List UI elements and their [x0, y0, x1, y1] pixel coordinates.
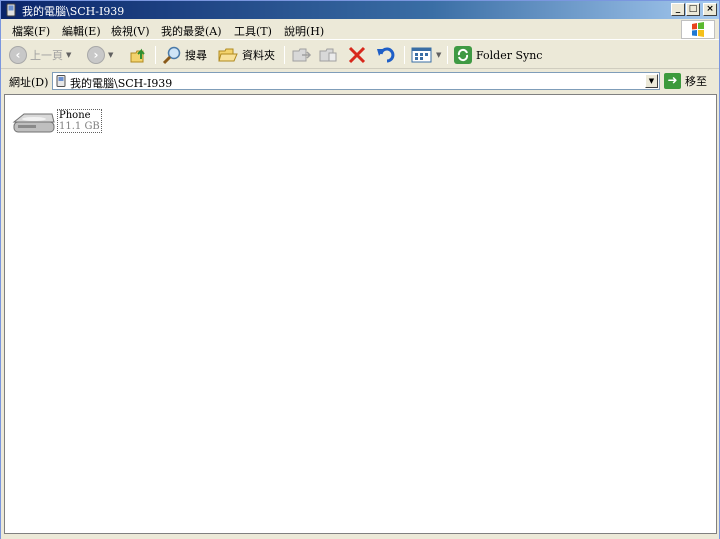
go-label: 移至 [685, 75, 707, 88]
drive-size: 11.1 GB [59, 121, 100, 132]
folders-label: 資料夾 [242, 49, 275, 62]
undo-button[interactable] [375, 44, 397, 66]
move-to-icon [292, 48, 312, 62]
foldersync-label: Folder Sync [476, 48, 543, 62]
chevron-down-icon: ▼ [66, 51, 72, 59]
window-bottom-edge [1, 535, 719, 539]
menu-file[interactable]: 檔案(F) [12, 23, 50, 39]
views-button[interactable]: ▼ [411, 44, 441, 66]
menu-tools[interactable]: 工具(T) [234, 23, 272, 39]
menu-view[interactable]: 檢視(V) [111, 23, 150, 39]
copy-to-button[interactable] [317, 44, 339, 66]
up-folder-icon [130, 48, 145, 63]
forward-arrow-icon: › [87, 46, 105, 64]
windows-logo-icon [681, 20, 715, 39]
address-field[interactable]: 我的電腦\SCH-I939 ▼ [52, 72, 660, 90]
device-icon [6, 3, 16, 17]
drive-name: Phone [59, 110, 91, 121]
delete-button[interactable] [347, 44, 367, 66]
views-icon [411, 47, 432, 63]
search-button[interactable]: 搜尋 [162, 44, 207, 66]
address-label: 網址(D) [9, 76, 49, 89]
file-view[interactable]: Phone 11.1 GB [4, 94, 717, 534]
chevron-down-icon: ▼ [436, 51, 442, 59]
undo-icon [377, 47, 395, 63]
menu-help[interactable]: 說明(H) [284, 23, 324, 39]
foldersync-button[interactable]: Folder Sync [453, 44, 542, 66]
drive-label[interactable]: Phone 11.1 GB [57, 109, 102, 133]
close-button[interactable]: × [703, 3, 717, 16]
address-bar: 網址(D) 我的電腦\SCH-I939 ▼ ➜ 移至 [1, 70, 719, 92]
sync-icon [454, 46, 472, 64]
up-folder-button[interactable] [129, 44, 149, 66]
go-button[interactable]: ➜ 移至 [664, 73, 707, 89]
folders-button[interactable]: 資料夾 [217, 44, 275, 66]
back-label: 上一頁 [30, 49, 63, 62]
back-arrow-icon: ‹ [9, 46, 27, 64]
explorer-window: 我的電腦\SCH-I939 _ □ × 檔案(F) 編輯(E) 檢視(V) 我的… [0, 0, 720, 539]
minimize-button[interactable]: _ [671, 3, 685, 16]
move-to-button[interactable] [290, 44, 312, 66]
drive-icon[interactable] [12, 110, 56, 134]
menu-bar: 檔案(F) 編輯(E) 檢視(V) 我的最愛(A) 工具(T) 說明(H) [1, 19, 719, 40]
title-bar[interactable]: 我的電腦\SCH-I939 _ □ × [1, 1, 719, 19]
go-arrow-icon: ➜ [664, 73, 681, 89]
delete-icon [348, 46, 366, 64]
folder-icon [218, 48, 238, 62]
address-dropdown-button[interactable]: ▼ [645, 74, 658, 88]
maximize-button[interactable]: □ [686, 3, 700, 16]
back-button[interactable]: ‹ 上一頁 ▼ [9, 44, 71, 66]
device-icon [56, 75, 66, 87]
menu-edit[interactable]: 編輯(E) [62, 23, 101, 39]
window-title: 我的電腦\SCH-I939 [22, 5, 125, 18]
address-value: 我的電腦\SCH-I939 [70, 77, 173, 90]
menu-favorites[interactable]: 我的最愛(A) [161, 23, 222, 39]
forward-button[interactable]: › ▼ [87, 44, 113, 66]
copy-to-icon [319, 48, 337, 62]
chevron-down-icon: ▼ [108, 51, 114, 59]
toolbar: ‹ 上一頁 ▼ › ▼ 搜尋 資料夾 ▼ Folder Sync [1, 41, 719, 69]
search-icon [162, 46, 181, 65]
search-label: 搜尋 [185, 49, 207, 62]
